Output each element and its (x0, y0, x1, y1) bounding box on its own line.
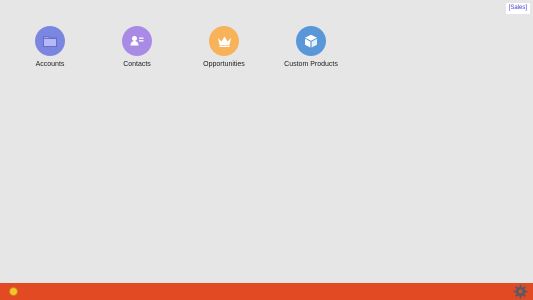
status-dot-icon[interactable] (9, 287, 18, 296)
crown-icon (209, 26, 239, 56)
context-badge[interactable]: [Sales] (505, 3, 530, 14)
folder-icon (35, 26, 65, 56)
tile-label: Contacts (123, 61, 151, 68)
tile-custom-products[interactable]: Custom Products (271, 26, 351, 68)
box-icon (296, 26, 326, 56)
gear-icon[interactable] (513, 284, 528, 299)
tile-opportunities[interactable]: Opportunities (184, 26, 264, 68)
tile-label: Opportunities (203, 61, 245, 68)
tile-contacts[interactable]: Contacts (97, 26, 177, 68)
tile-label: Custom Products (284, 61, 338, 68)
contact-card-icon (122, 26, 152, 56)
bottom-bar (0, 283, 533, 300)
tile-label: Accounts (35, 61, 65, 68)
app-screen: [Sales] Accounts Contacts Opportunities … (0, 0, 533, 300)
tile-accounts[interactable]: Accounts (10, 26, 90, 68)
